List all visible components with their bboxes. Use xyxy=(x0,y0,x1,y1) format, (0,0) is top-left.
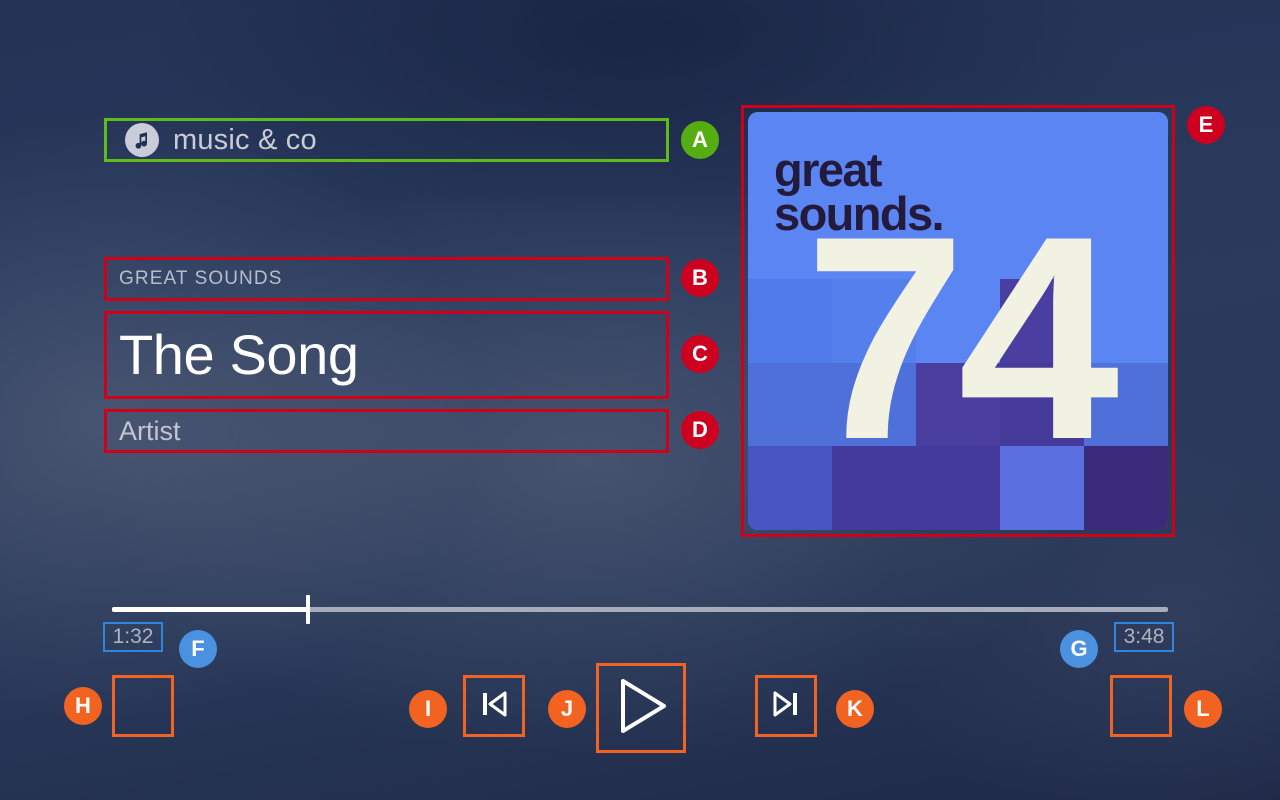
annotation-badge-k: K xyxy=(836,690,874,728)
annotation-badge-f: F xyxy=(179,630,217,668)
annotation-badge-a: A xyxy=(681,121,719,159)
annotation-badge-d: D xyxy=(681,411,719,449)
repeat-button[interactable] xyxy=(1110,675,1172,737)
annotation-badge-h: H xyxy=(64,687,102,725)
music-note-icon xyxy=(125,123,159,157)
track-title-field[interactable]: The Song xyxy=(104,311,669,399)
album-art[interactable]: great sounds. 74 xyxy=(741,105,1175,537)
progress-slider[interactable] xyxy=(112,595,1168,624)
progress-handle[interactable] xyxy=(306,595,311,624)
track-title: The Song xyxy=(119,323,359,386)
elapsed-time-field: 1:32 xyxy=(103,622,163,652)
duration-time: 3:48 xyxy=(1123,625,1165,648)
album-art-canvas: great sounds. 74 xyxy=(748,112,1168,530)
duration-time-field: 3:48 xyxy=(1114,622,1174,652)
artist-name: Artist xyxy=(119,415,181,446)
annotation-badge-c: C xyxy=(681,335,719,373)
next-button[interactable] xyxy=(755,675,817,737)
album-label-field[interactable]: GREAT SOUNDS xyxy=(104,257,669,301)
progress-fill xyxy=(112,607,309,612)
annotation-badge-j: J xyxy=(548,690,586,728)
play-button[interactable] xyxy=(596,663,686,753)
brand-header[interactable]: music & co xyxy=(104,118,669,162)
annotation-badge-g: G xyxy=(1060,630,1098,668)
next-track-icon xyxy=(766,684,806,729)
album-label: GREAT SOUNDS xyxy=(119,268,283,289)
elapsed-time: 1:32 xyxy=(112,625,154,648)
music-player-screen: music & co GREAT SOUNDS The Song Artist xyxy=(0,0,1280,800)
previous-track-icon xyxy=(474,684,514,729)
annotation-badge-b: B xyxy=(681,259,719,297)
annotation-badge-i: I xyxy=(409,690,447,728)
album-art-number: 74 xyxy=(804,175,1120,500)
artist-field[interactable]: Artist xyxy=(104,409,669,453)
annotation-badge-l: L xyxy=(1184,690,1222,728)
play-icon xyxy=(610,675,672,742)
shuffle-button[interactable] xyxy=(112,675,174,737)
previous-button[interactable] xyxy=(463,675,525,737)
annotation-badge-e: E xyxy=(1187,106,1225,144)
brand-name-label: music & co xyxy=(173,123,317,156)
